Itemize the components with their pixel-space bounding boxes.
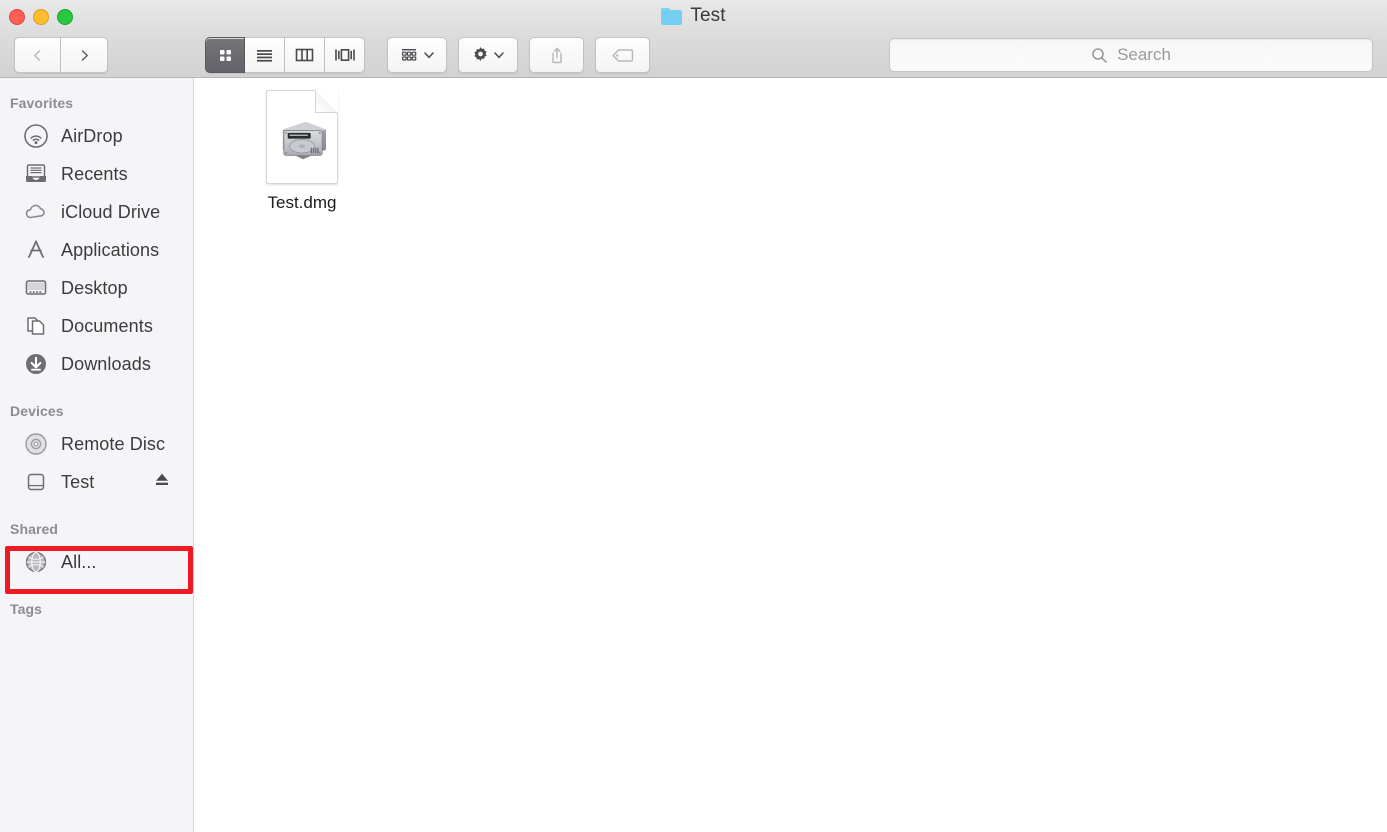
- sidebar-item-icloud-drive[interactable]: iCloud Drive: [0, 193, 193, 231]
- applications-icon: [22, 236, 50, 264]
- sidebar-item-label: Test: [61, 471, 95, 492]
- window-title-group: Test: [0, 5, 1387, 27]
- sidebar-section-tags: Tags: [10, 601, 43, 617]
- sidebar-item-label: Applications: [61, 239, 160, 260]
- sidebar-item-desktop[interactable]: Desktop: [0, 269, 193, 307]
- coverflow-view-button[interactable]: [325, 37, 365, 73]
- minimize-button[interactable]: [33, 9, 49, 25]
- external-drive-icon: [22, 468, 50, 496]
- documents-icon: [22, 312, 50, 340]
- sidebar-item-label: Downloads: [61, 353, 151, 374]
- search-field[interactable]: Search: [889, 38, 1373, 72]
- sidebar-item-label: Recents: [61, 163, 128, 184]
- eject-icon[interactable]: [153, 471, 171, 494]
- maximize-button[interactable]: [57, 9, 73, 25]
- columns-icon: [295, 48, 314, 62]
- sidebar-item-test[interactable]: Test: [0, 463, 193, 501]
- sidebar-section-devices: Devices: [10, 403, 64, 419]
- sidebar-item-label: iCloud Drive: [61, 201, 161, 222]
- search-icon: [1092, 47, 1107, 63]
- sidebar-section-favorites: Favorites: [10, 95, 74, 111]
- list-view-button[interactable]: [245, 37, 285, 73]
- desktop-icon: [22, 274, 50, 302]
- file-name-label: Test.dmg: [267, 193, 337, 212]
- airdrop-icon: [22, 122, 50, 150]
- sidebar-item-label: All...: [61, 551, 97, 572]
- title-bar: Test Search: [0, 0, 1387, 78]
- gear-icon: [474, 46, 487, 61]
- sidebar-item-all[interactable]: All...: [0, 543, 193, 581]
- sidebar-item-documents[interactable]: Documents: [0, 307, 193, 345]
- list-icon: [257, 49, 272, 62]
- sidebar-item-label: Remote Disc: [61, 433, 166, 454]
- sidebar-item-applications[interactable]: Applications: [0, 231, 193, 269]
- view-mode-segmented-control: [205, 37, 365, 73]
- chevron-left-icon: [34, 49, 41, 61]
- toolbar: Search: [0, 34, 1387, 76]
- tag-icon: [611, 48, 633, 62]
- page-title: Test: [690, 5, 726, 26]
- icloud-icon: [22, 198, 50, 226]
- window-body: Favorites AirDrop Recents iCloud Drive A…: [0, 78, 1387, 832]
- sidebar-item-label: Desktop: [61, 277, 128, 298]
- share-button[interactable]: [529, 37, 584, 73]
- file-item-test-dmg[interactable]: Test.dmg: [242, 90, 362, 213]
- sidebar-item-label: Documents: [61, 315, 153, 336]
- tags-button[interactable]: [595, 37, 650, 73]
- column-view-button[interactable]: [285, 37, 325, 73]
- finder-window: Test Search Favorites AirDrop Recents iC…: [0, 0, 1387, 832]
- sidebar-item-label: AirDrop: [61, 125, 123, 146]
- sidebar: Favorites AirDrop Recents iCloud Drive A…: [0, 78, 194, 832]
- search-input[interactable]: Search: [1117, 45, 1171, 65]
- disk-image-document-icon: [266, 90, 338, 184]
- chevron-right-icon: [81, 49, 88, 61]
- traffic-lights: [9, 9, 73, 25]
- folder-icon: [661, 7, 683, 25]
- coverflow-icon: [334, 48, 355, 61]
- back-button[interactable]: [14, 37, 61, 73]
- share-icon: [551, 47, 562, 63]
- sidebar-item-recents[interactable]: Recents: [0, 155, 193, 193]
- arrange-button[interactable]: [387, 37, 447, 73]
- sidebar-section-shared: Shared: [10, 521, 59, 537]
- navigation-buttons: [14, 37, 108, 73]
- chevron-down-icon: [423, 52, 434, 59]
- action-button[interactable]: [458, 37, 518, 73]
- sidebar-item-downloads[interactable]: Downloads: [0, 345, 193, 383]
- forward-button[interactable]: [61, 37, 108, 73]
- hard-drive-graphic: [282, 121, 326, 160]
- grid-icon: [219, 49, 231, 61]
- arrange-grid-icon: [401, 48, 416, 61]
- sidebar-item-airdrop[interactable]: AirDrop: [0, 117, 193, 155]
- downloads-icon: [22, 350, 50, 378]
- sidebar-item-remote-disc[interactable]: Remote Disc: [0, 425, 193, 463]
- chevron-down-icon: [494, 52, 504, 59]
- recents-icon: [22, 160, 50, 188]
- network-globe-icon: [22, 548, 50, 576]
- optical-disc-icon: [22, 430, 50, 458]
- icon-view-button[interactable]: [205, 37, 245, 73]
- close-button[interactable]: [9, 9, 25, 25]
- file-grid: Test.dmg: [194, 78, 1387, 832]
